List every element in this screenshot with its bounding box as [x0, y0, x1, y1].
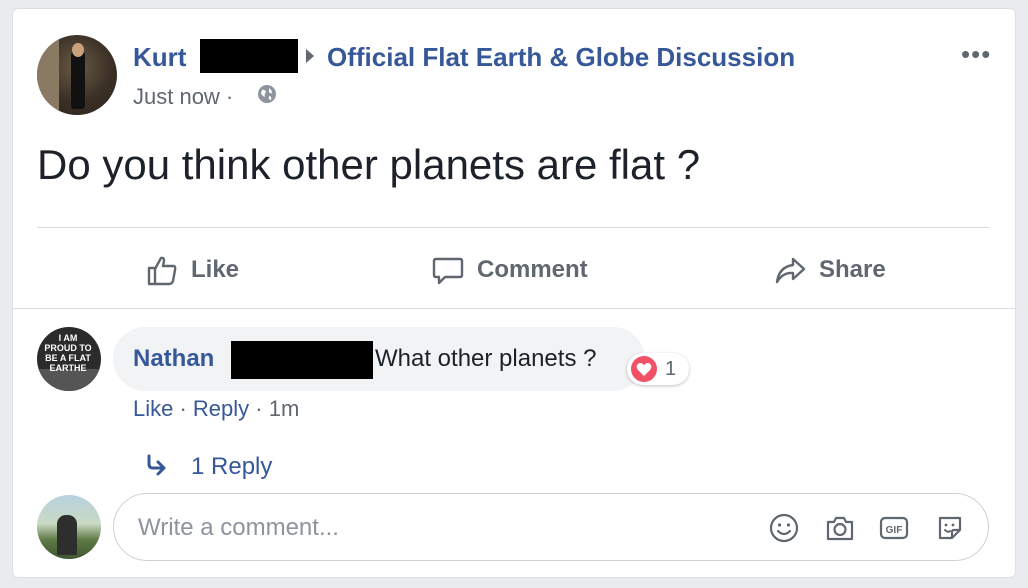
commenter-avatar[interactable]: I AM PROUD TO BE A FLAT EARTHE: [37, 327, 101, 391]
post-card: Kurt Official Flat Earth & Globe Discuss…: [12, 8, 1016, 578]
redaction-bar: [200, 39, 298, 73]
commenter-name[interactable]: Nathan: [133, 345, 214, 373]
comment-time[interactable]: 1m: [269, 396, 300, 421]
comment-input[interactable]: [138, 512, 738, 544]
arrow-right-icon: [306, 49, 314, 63]
heart-reaction-icon: [631, 356, 657, 382]
separator: ·: [173, 396, 193, 421]
gif-icon[interactable]: GIF: [878, 512, 910, 544]
group-name-link[interactable]: Official Flat Earth & Globe Discussion: [327, 42, 795, 73]
redaction-bar: [231, 341, 373, 379]
camera-icon[interactable]: [824, 512, 856, 544]
globe-icon[interactable]: [257, 84, 277, 104]
avatar-sign-text: I AM PROUD TO BE A FLAT EARTHE: [44, 333, 92, 373]
post-text: Do you think other planets are flat ?: [37, 141, 701, 188]
like-button[interactable]: Like: [145, 249, 239, 291]
comment-composer[interactable]: GIF: [113, 493, 989, 561]
separator: ·: [249, 396, 269, 421]
share-label: Share: [819, 256, 886, 283]
comment-reply-link[interactable]: Reply: [193, 396, 249, 421]
svg-text:GIF: GIF: [886, 525, 903, 536]
viewer-avatar[interactable]: [37, 495, 101, 559]
reaction-summary[interactable]: 1: [627, 353, 689, 385]
author-name[interactable]: Kurt: [133, 42, 186, 73]
comment-button[interactable]: Comment: [431, 249, 588, 291]
section-divider: [13, 308, 1015, 309]
reply-arrow-icon: [147, 454, 166, 476]
share-arrow-icon: [775, 257, 806, 284]
view-replies-link[interactable]: 1 Reply: [191, 453, 272, 481]
author-avatar[interactable]: [37, 35, 117, 115]
more-options-icon[interactable]: •••: [961, 39, 991, 70]
comment-actions: Like · Reply · 1m: [133, 396, 299, 422]
reaction-count: 1: [665, 357, 677, 380]
like-label: Like: [191, 256, 240, 283]
share-button[interactable]: Share: [773, 249, 886, 291]
sticker-icon[interactable]: [934, 512, 966, 544]
comment-label: Comment: [477, 256, 588, 283]
thumbs-up-icon: [147, 256, 177, 286]
divider: [37, 227, 989, 228]
comment-bubble-icon: [432, 257, 464, 285]
comment-text: What other planets ?: [375, 345, 597, 372]
emoji-icon[interactable]: [768, 512, 800, 544]
post-timestamp[interactable]: Just now ·: [133, 84, 233, 110]
comment-like-link[interactable]: Like: [133, 396, 173, 421]
